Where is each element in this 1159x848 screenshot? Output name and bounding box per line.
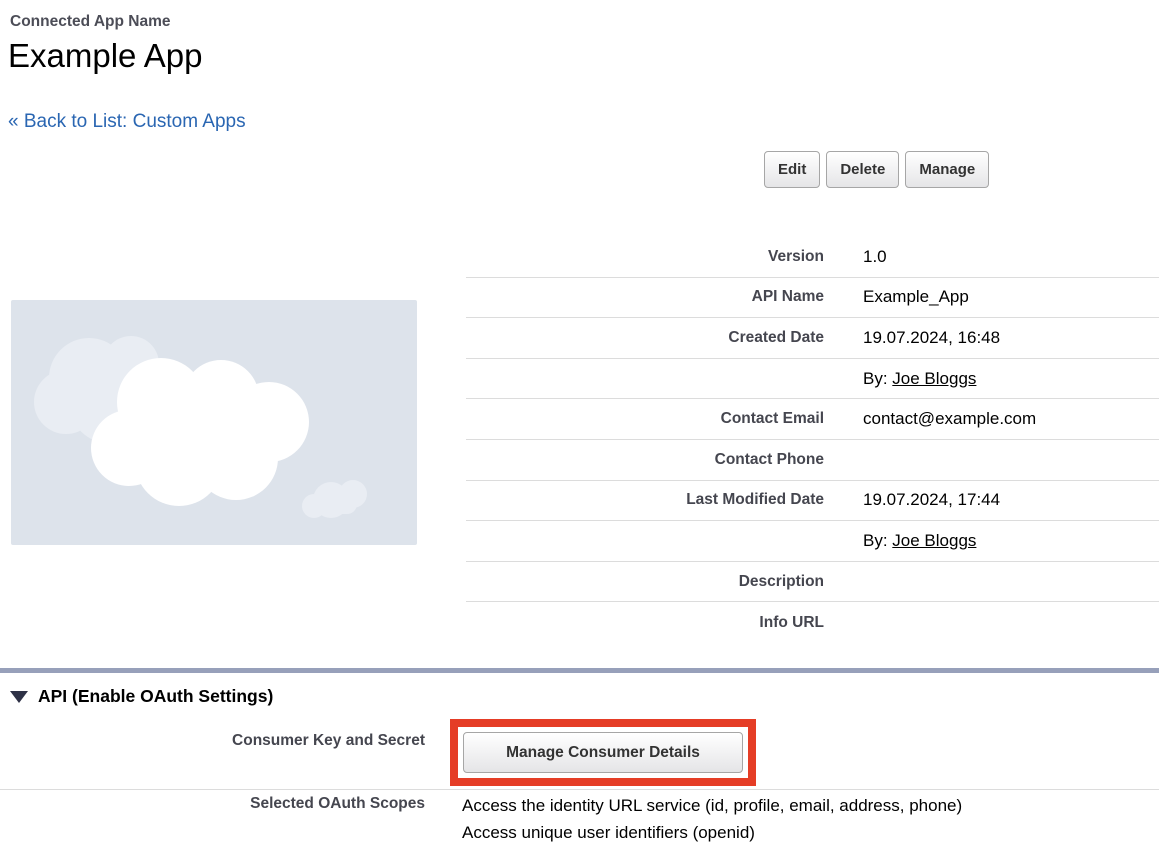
oauth-section-title: API (Enable OAuth Settings) (38, 686, 273, 707)
manage-consumer-details-button[interactable]: Manage Consumer Details (463, 732, 743, 773)
detail-row-created-by: By: Joe Bloggs (466, 359, 1159, 400)
detail-row-contact-phone: Contact Phone (466, 440, 1159, 481)
field-label: Last Modified Date (466, 491, 824, 509)
created-by-user-link[interactable]: Joe Bloggs (892, 369, 976, 388)
consumer-key-secret-label: Consumer Key and Secret (0, 732, 425, 750)
back-to-list-link[interactable]: « Back to List: Custom Apps (8, 111, 246, 133)
oauth-scope-item: Access the identity URL service (id, pro… (462, 792, 962, 819)
app-logo-image (11, 300, 417, 545)
cloud-icon (11, 300, 417, 545)
record-type-label: Connected App Name (10, 13, 170, 31)
by-prefix: By: (863, 531, 892, 550)
field-value: 19.07.2024, 17:44 (824, 490, 1000, 510)
highlight-box: Manage Consumer Details (450, 719, 756, 786)
detail-row-description: Description (466, 562, 1159, 603)
manage-button[interactable]: Manage (905, 151, 989, 188)
detail-row-version: Version 1.0 (466, 237, 1159, 278)
by-prefix: By: (863, 369, 892, 388)
field-label: Created Date (466, 329, 824, 347)
page-title: Example App (8, 37, 202, 75)
section-divider-bar (0, 668, 1159, 673)
record-detail-table: Version 1.0 API Name Example_App Created… (466, 237, 1159, 643)
detail-row-contact-email: Contact Email contact@example.com (466, 399, 1159, 440)
detail-row-last-modified-date: Last Modified Date 19.07.2024, 17:44 (466, 481, 1159, 522)
oauth-section-header: API (Enable OAuth Settings) (10, 686, 273, 707)
field-value: 19.07.2024, 16:48 (824, 328, 1000, 348)
detail-row-created-date: Created Date 19.07.2024, 16:48 (466, 318, 1159, 359)
oauth-scope-item: Access unique user identifiers (openid) (462, 819, 962, 846)
selected-oauth-scopes-values: Access the identity URL service (id, pro… (462, 792, 962, 846)
delete-button[interactable]: Delete (826, 151, 899, 188)
detail-row-modified-by: By: Joe Bloggs (466, 521, 1159, 562)
connected-app-detail-page: Connected App Name Example App « Back to… (0, 0, 1159, 848)
selected-oauth-scopes-label: Selected OAuth Scopes (0, 795, 425, 813)
collapse-triangle-icon[interactable] (10, 691, 28, 703)
field-label: Contact Phone (466, 451, 824, 469)
action-toolbar: Edit Delete Manage (764, 151, 989, 188)
field-value: contact@example.com (824, 409, 1036, 429)
edit-button[interactable]: Edit (764, 151, 820, 188)
row-separator (0, 789, 1159, 790)
field-label: Contact Email (466, 410, 824, 428)
detail-row-info-url: Info URL (466, 602, 1159, 643)
detail-row-api-name: API Name Example_App (466, 278, 1159, 319)
field-value: By: Joe Bloggs (824, 369, 976, 389)
field-value: By: Joe Bloggs (824, 531, 976, 551)
field-label: API Name (466, 288, 824, 306)
field-value: Example_App (824, 287, 969, 307)
field-value: 1.0 (824, 247, 887, 267)
modified-by-user-link[interactable]: Joe Bloggs (892, 531, 976, 550)
field-label: Info URL (466, 614, 824, 632)
field-label: Version (466, 248, 824, 266)
field-label: Description (466, 573, 824, 591)
